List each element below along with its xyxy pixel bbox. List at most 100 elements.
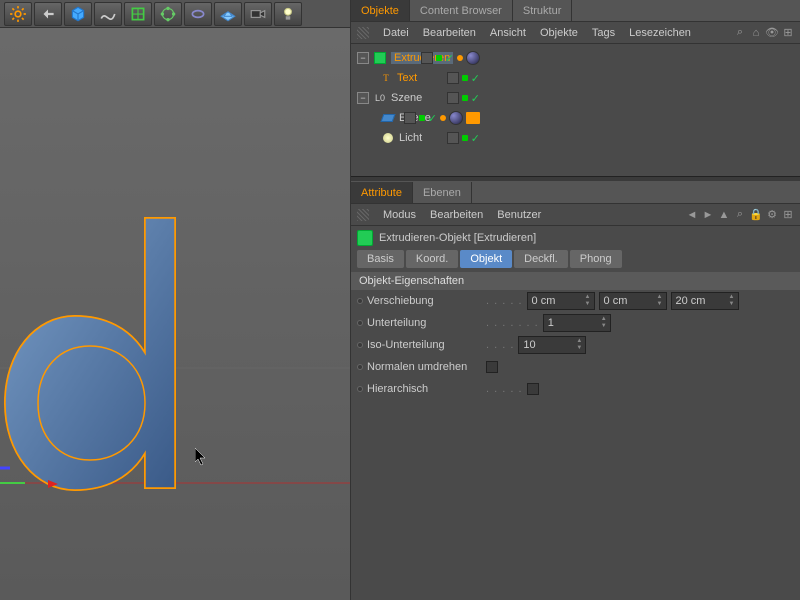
subtab-phong[interactable]: Phong (570, 250, 622, 268)
menu-user[interactable]: Benutzer (497, 209, 541, 221)
spinner-icon[interactable]: ▲▼ (583, 294, 593, 308)
tree-row-plane[interactable]: Ebene ✓ (351, 108, 800, 128)
collapse-icon[interactable]: − (357, 92, 369, 104)
new-icon[interactable]: ⌕ (734, 209, 746, 221)
bullet-icon (357, 342, 363, 348)
expand-icon[interactable]: ⊞ (782, 27, 794, 39)
prop-label: Verschiebung (367, 295, 482, 307)
menu-file[interactable]: Datei (383, 27, 409, 39)
section-header: Objekt-Eigenschaften (351, 272, 800, 290)
hierarchical-checkbox[interactable] (527, 383, 539, 395)
visibility-dot-icon[interactable] (457, 55, 463, 61)
menu-bookmarks[interactable]: Lesezeichen (629, 27, 691, 39)
movement-z-input[interactable]: 20 cm▲▼ (671, 292, 739, 310)
floor-icon[interactable] (214, 2, 242, 26)
enable-toggle-icon[interactable] (462, 135, 468, 141)
material-tag-icon[interactable] (466, 51, 480, 65)
tree-label[interactable]: Text (397, 72, 417, 84)
enable-toggle-icon[interactable] (419, 115, 425, 121)
tab-layers[interactable]: Ebenen (413, 182, 472, 203)
enable-toggle-icon[interactable] (462, 75, 468, 81)
grip-icon (357, 209, 369, 221)
fwd-icon[interactable]: ► (702, 209, 714, 221)
expand-icon[interactable]: ⊞ (782, 209, 794, 221)
tab-content-browser[interactable]: Content Browser (410, 0, 513, 21)
layer-toggle-icon[interactable] (404, 112, 416, 124)
up-icon[interactable]: ▲ (718, 209, 730, 221)
material-tag-icon[interactable] (449, 111, 463, 125)
menu-attr-edit[interactable]: Bearbeiten (430, 209, 483, 221)
null-icon: L0 (373, 91, 387, 105)
tree-row-light[interactable]: Licht ✓ (351, 128, 800, 148)
subtab-coord[interactable]: Koord. (406, 250, 458, 268)
layer-toggle-icon[interactable] (421, 52, 433, 64)
subtab-basis[interactable]: Basis (357, 250, 404, 268)
cube-icon[interactable] (64, 2, 92, 26)
array-icon[interactable] (154, 2, 182, 26)
deformer-icon[interactable] (184, 2, 212, 26)
tree-row-extrude[interactable]: − Extrudieren ✓ (351, 48, 800, 68)
tree-row-scene[interactable]: − L0 Szene ✓ (351, 88, 800, 108)
tree-label[interactable]: Szene (391, 92, 422, 104)
iso-subdivision-input[interactable]: 10▲▼ (518, 336, 586, 354)
back-icon[interactable]: ◄ (686, 209, 698, 221)
undo-icon[interactable] (34, 2, 62, 26)
compositing-tag-icon[interactable] (466, 112, 480, 124)
movement-y-input[interactable]: 0 cm▲▼ (599, 292, 667, 310)
lock-icon[interactable]: 🔒 (750, 209, 762, 221)
movement-x-input[interactable]: 0 cm▲▼ (527, 292, 595, 310)
enable-toggle-icon[interactable] (436, 55, 442, 61)
spinner-icon[interactable]: ▲▼ (655, 294, 665, 308)
prop-label: Unterteilung (367, 317, 482, 329)
extrude-icon (373, 51, 387, 65)
home-icon[interactable]: ⌂ (750, 27, 762, 39)
menu-view[interactable]: Ansicht (490, 27, 526, 39)
gear-tool-icon[interactable] (4, 2, 32, 26)
menu-tags[interactable]: Tags (592, 27, 615, 39)
main-toolbar (0, 0, 350, 28)
gear-icon[interactable]: ⚙ (766, 209, 778, 221)
object-title: Extrudieren-Objekt [Extrudieren] (351, 226, 800, 250)
prop-flip-normals: Normalen umdrehen (351, 356, 800, 378)
tree-label[interactable]: Licht (399, 132, 422, 144)
light-icon[interactable] (274, 2, 302, 26)
tab-objects[interactable]: Objekte (351, 0, 410, 21)
spline-icon[interactable] (94, 2, 122, 26)
layer-toggle-icon[interactable] (447, 72, 459, 84)
panel-tab-bar: Objekte Content Browser Struktur (351, 0, 800, 22)
object-tree: − Extrudieren ✓ T Text ✓ (351, 44, 800, 176)
menu-mode[interactable]: Modus (383, 209, 416, 221)
prop-label: Hierarchisch (367, 383, 482, 395)
property-subtabs: Basis Koord. Objekt Deckfl. Phong (351, 250, 800, 268)
spinner-icon[interactable]: ▲▼ (599, 316, 609, 330)
attribute-panel: Extrudieren-Objekt [Extrudieren] Basis K… (351, 226, 800, 600)
visibility-dot-icon[interactable] (440, 115, 446, 121)
flip-normals-checkbox[interactable] (486, 361, 498, 373)
tab-attributes[interactable]: Attribute (351, 182, 413, 203)
spinner-icon[interactable]: ▲▼ (727, 294, 737, 308)
search-icon[interactable]: ⌕ (734, 27, 746, 39)
tree-row-text[interactable]: T Text ✓ (351, 68, 800, 88)
enable-toggle-icon[interactable] (462, 95, 468, 101)
subdivision-input[interactable]: 1▲▼ (543, 314, 611, 332)
3d-viewport[interactable] (0, 28, 350, 600)
menu-edit[interactable]: Bearbeiten (423, 27, 476, 39)
menu-objects[interactable]: Objekte (540, 27, 578, 39)
subtab-object[interactable]: Objekt (460, 250, 512, 268)
spinner-icon[interactable]: ▲▼ (574, 338, 584, 352)
bullet-icon (357, 364, 363, 370)
collapse-icon[interactable]: − (357, 52, 369, 64)
layer-toggle-icon[interactable] (447, 132, 459, 144)
nurbs-icon[interactable] (124, 2, 152, 26)
prop-movement: Verschiebung . . . . . 0 cm▲▼ 0 cm▲▼ 20 … (351, 290, 800, 312)
extrude-icon (357, 230, 373, 246)
subtab-caps[interactable]: Deckfl. (514, 250, 568, 268)
layer-toggle-icon[interactable] (447, 92, 459, 104)
grip-icon (357, 27, 369, 39)
prop-subdivision: Unterteilung . . . . . . . 1▲▼ (351, 312, 800, 334)
objects-menu-bar: Datei Bearbeiten Ansicht Objekte Tags Le… (351, 22, 800, 44)
eye-icon[interactable]: 👁 (766, 27, 778, 39)
tab-structure[interactable]: Struktur (513, 0, 573, 21)
camera-icon[interactable] (244, 2, 272, 26)
prop-label: Normalen umdrehen (367, 361, 482, 373)
